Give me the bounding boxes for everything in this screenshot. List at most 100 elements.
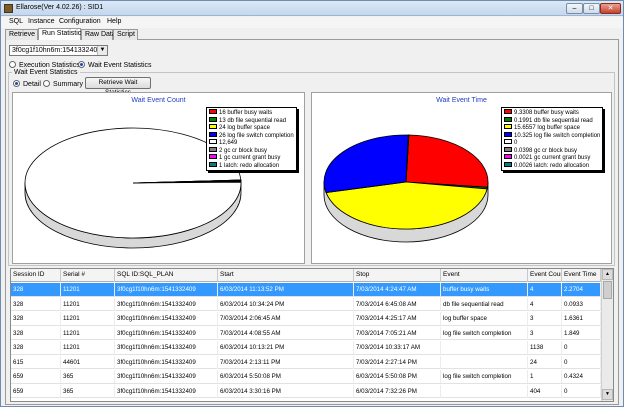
table-cell: 0.4324 (562, 370, 601, 383)
swatch-icon (209, 131, 217, 137)
menu-sql[interactable]: SQL (9, 18, 23, 25)
column-header[interactable]: Event Count (528, 269, 562, 282)
retrieve-wait-statistics-button[interactable]: Retrieve Wait Statistics (85, 77, 151, 96)
table-cell: 328 (11, 283, 61, 296)
scroll-thumb[interactable] (603, 281, 612, 299)
tab-retrieve[interactable]: Retrieve (5, 29, 38, 40)
menu-instance[interactable]: Instance (28, 18, 54, 25)
table-cell: 0 (562, 341, 601, 354)
table-row[interactable]: 328 11201 3f0cg1f10hn6m:1541332409 6/03/201… (11, 341, 601, 355)
radio-selected-icon (78, 61, 85, 68)
window-title: Ellarose(Ver 4.02.26) : SID1 (16, 4, 104, 11)
radio-execution-statistics[interactable]: Execution Statistics (9, 61, 80, 69)
legend-label: 12,649 (219, 140, 238, 146)
sql-plan-select-value: 3f0cg1f10hn6m:1541332409 (12, 47, 102, 54)
table-cell: 0.0933 (562, 297, 601, 311)
legend-label: 0.0026 latch: redo allocation (514, 162, 590, 169)
swatch-icon (209, 146, 217, 152)
table-row[interactable]: 328 11201 3f0cg1f10hn6m:1541332409 7/03/201… (11, 326, 601, 340)
radio-label: Summary (53, 81, 83, 88)
column-header[interactable]: Event Time (562, 269, 601, 282)
scroll-up-icon[interactable]: ▲ (602, 269, 613, 280)
minimize-button[interactable]: – (566, 3, 583, 14)
radio-circle-icon (43, 80, 50, 87)
pie-slice[interactable] (405, 134, 489, 188)
tab-run-statistics[interactable]: Run Statistics (38, 28, 85, 40)
grid-header: Session ID Serial # SQL ID:SQL_PLAN Start St… (11, 269, 601, 282)
table-cell: 11201 (61, 326, 115, 340)
title-bar[interactable]: Ellarose(Ver 4.02.26) : SID1 – □ ✕ (1, 1, 623, 16)
chevron-down-icon[interactable]: ▼ (97, 46, 107, 55)
legend-entry: 10.325 log file switch completion (504, 131, 600, 140)
radio-summary[interactable]: Summary (43, 80, 83, 88)
legend-label: 0.0021 gc current grant busy (514, 155, 591, 161)
radio-selected-icon (13, 80, 20, 87)
column-header[interactable]: Start (218, 269, 354, 282)
table-cell: 3f0cg1f10hn6m:1541332409 (115, 384, 218, 398)
session-grid[interactable]: Session ID Serial # SQL ID:SQL_PLAN Start St… (10, 268, 614, 402)
swatch-icon (209, 116, 217, 122)
legend-label: 9.3308 buffer busy waits (514, 110, 579, 116)
legend-entry: 0.0026 latch: redo allocation (504, 161, 600, 170)
table-cell: log buffer space (441, 312, 528, 325)
swatch-icon (504, 139, 512, 144)
legend-entry: 26 log file switch completion (209, 131, 294, 140)
legend-entry: 12,649 (209, 139, 294, 147)
legend-entry: 0.0021 gc current grant busy (504, 154, 600, 162)
table-cell: db file sequential read (441, 297, 528, 311)
legend-entry: 13 db file sequential read (209, 116, 294, 125)
scroll-down-icon[interactable]: ▼ (602, 389, 613, 400)
radio-detail[interactable]: Detail (13, 80, 41, 88)
wait-event-count-legend: 16 buffer busy waits 13 db file sequenti… (206, 107, 297, 171)
radio-wait-event-statistics[interactable]: Wait Event Statistics (78, 61, 152, 69)
table-row[interactable]: 659 365 3f0cg1f10hn6m:1541332409 6/03/2014 … (11, 370, 601, 384)
column-header[interactable]: Serial # (61, 269, 115, 282)
legend-entry: 0 (504, 139, 600, 147)
legend-entry: 2 gc cr block busy (209, 146, 294, 155)
table-cell: 3f0cg1f10hn6m:1541332409 (115, 326, 218, 340)
menu-help[interactable]: Help (107, 18, 121, 25)
table-cell: 3 (528, 326, 562, 340)
table-row[interactable]: 659 365 3f0cg1f10hn6m:1541332409 6/03/2014 … (11, 384, 601, 398)
radio-circle-icon (9, 61, 16, 68)
legend-label: 0 (514, 140, 518, 146)
menu-configuration[interactable]: Configuration (59, 18, 101, 25)
table-cell: 615 (11, 355, 61, 369)
table-cell: 6/03/2014 11:13:52 PM (218, 283, 354, 296)
table-cell: 7/03/2014 10:33:17 AM (354, 341, 441, 354)
table-cell (441, 355, 528, 369)
swatch-icon (504, 146, 512, 152)
column-header[interactable]: Event (441, 269, 528, 282)
swatch-icon (504, 154, 512, 159)
table-cell: 7/03/2014 2:06:45 AM (218, 312, 354, 325)
maximize-button[interactable]: □ (583, 3, 600, 14)
swatch-icon (504, 109, 512, 114)
column-header[interactable]: Stop (354, 269, 441, 282)
vertical-scrollbar[interactable]: ▲ ▼ (601, 269, 613, 401)
table-cell: 7/03/2014 6:45:08 AM (354, 297, 441, 311)
legend-entry: 0.1991 db file sequential read (504, 116, 600, 125)
table-row[interactable]: 615 44601 3f0cg1f10hn6m:1541332409 7/03/201… (11, 355, 601, 369)
column-header[interactable]: SQL ID:SQL_PLAN (115, 269, 218, 282)
legend-entry: 0.0398 gc cr block busy (504, 146, 600, 155)
legend-label: 1 latch: redo allocation (219, 162, 280, 169)
table-cell: 659 (11, 370, 61, 383)
sql-plan-select[interactable]: 3f0cg1f10hn6m:1541332409 ▼ (9, 45, 108, 56)
table-row[interactable]: 328 11201 3f0cg1f10hn6m:1541332409 7/03/201… (11, 312, 601, 326)
tab-raw-data[interactable]: Raw Data (81, 29, 116, 40)
table-row[interactable]: 328 11201 3f0cg1f10hn6m:1541332409 6/03/201… (11, 283, 601, 297)
legend-label: 1 gc current grant busy (219, 155, 281, 161)
table-cell: 3f0cg1f10hn6m:1541332409 (115, 312, 218, 325)
table-cell: 3f0cg1f10hn6m:1541332409 (115, 341, 218, 354)
column-header[interactable]: Session ID (11, 269, 61, 282)
close-button[interactable]: ✕ (600, 3, 621, 14)
table-cell: 3f0cg1f10hn6m:1541332409 (115, 297, 218, 311)
table-cell: 6/03/2014 3:30:16 PM (218, 384, 354, 398)
table-row[interactable]: 328 11201 3f0cg1f10hn6m:1541332409 6/03/201… (11, 297, 601, 311)
table-cell: 7/03/2014 2:13:11 PM (218, 355, 354, 369)
tab-script[interactable]: Script (113, 29, 138, 40)
swatch-icon (504, 116, 512, 122)
table-cell: 365 (61, 370, 115, 383)
table-cell: 7/03/2014 4:08:55 AM (218, 326, 354, 340)
legend-label: 26 log file switch completion (219, 132, 294, 139)
